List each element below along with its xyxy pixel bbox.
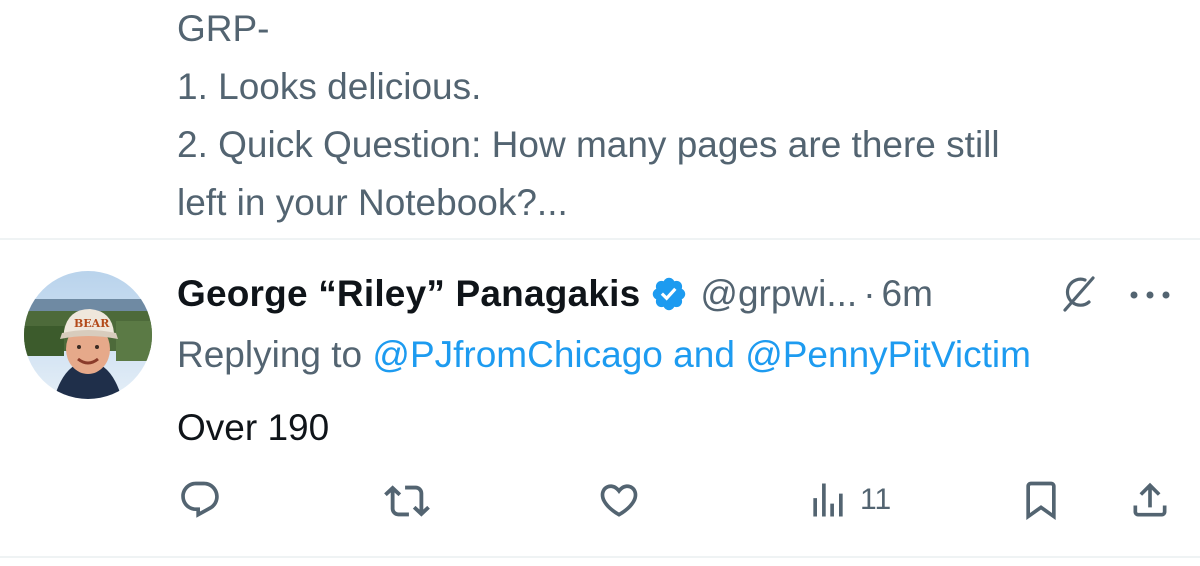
reply-icon — [178, 478, 222, 522]
heart-icon — [597, 478, 641, 522]
reply-mention-conjunction[interactable]: and — [673, 334, 735, 375]
more-options-icon[interactable] — [1128, 290, 1172, 300]
replying-to-line: Replying to @PJfromChicago and @PennyPit… — [177, 328, 1031, 382]
previous-tweet-line: 1. Looks delicious. — [177, 66, 482, 107]
bookmark-button[interactable] — [1019, 478, 1063, 522]
tweet-divider — [0, 556, 1200, 558]
tweet-thread: GRP- 1. Looks delicious. 2. Quick Questi… — [0, 0, 1200, 566]
retweet-button[interactable] — [384, 478, 430, 524]
replying-prefix: Replying to — [177, 334, 363, 375]
views-icon — [806, 478, 850, 522]
separator-dot: · — [863, 273, 876, 314]
previous-tweet-text[interactable]: GRP- 1. Looks delicious. 2. Quick Questi… — [177, 0, 1177, 232]
retweet-icon — [384, 478, 430, 524]
bookmark-icon — [1019, 478, 1063, 522]
tweet-text[interactable]: Over 190 — [177, 401, 329, 455]
tweet-header: George “Riley” Panagakis @grpwi... · 6m — [177, 270, 1177, 318]
reply-mention-link[interactable]: @PennyPitVictim — [745, 334, 1031, 375]
tweet-divider — [0, 238, 1200, 240]
verified-badge-icon[interactable] — [650, 275, 688, 313]
previous-tweet-line: GRP- — [177, 8, 270, 49]
views-button[interactable]: 11 — [806, 478, 891, 522]
user-handle[interactable]: @grpwi... — [700, 273, 857, 315]
tweet-timestamp[interactable]: 6m — [882, 273, 933, 315]
share-button[interactable] — [1128, 478, 1172, 522]
views-count: 11 — [860, 483, 892, 516]
previous-tweet-line: left in your Notebook?... — [177, 182, 568, 223]
tweet-action-bar: 11 — [0, 470, 1200, 530]
grok-icon[interactable] — [1055, 274, 1101, 314]
svg-text:BEAR: BEAR — [74, 317, 110, 330]
reply-button[interactable] — [178, 478, 222, 522]
like-button[interactable] — [597, 478, 641, 522]
previous-tweet-line: 2. Quick Question: How many pages are th… — [177, 124, 1000, 165]
display-name[interactable]: George “Riley” Panagakis — [177, 273, 640, 315]
reply-mention-link[interactable]: @PJfromChicago — [372, 334, 663, 375]
avatar[interactable]: BEAR — [24, 271, 152, 399]
share-icon — [1128, 478, 1172, 522]
